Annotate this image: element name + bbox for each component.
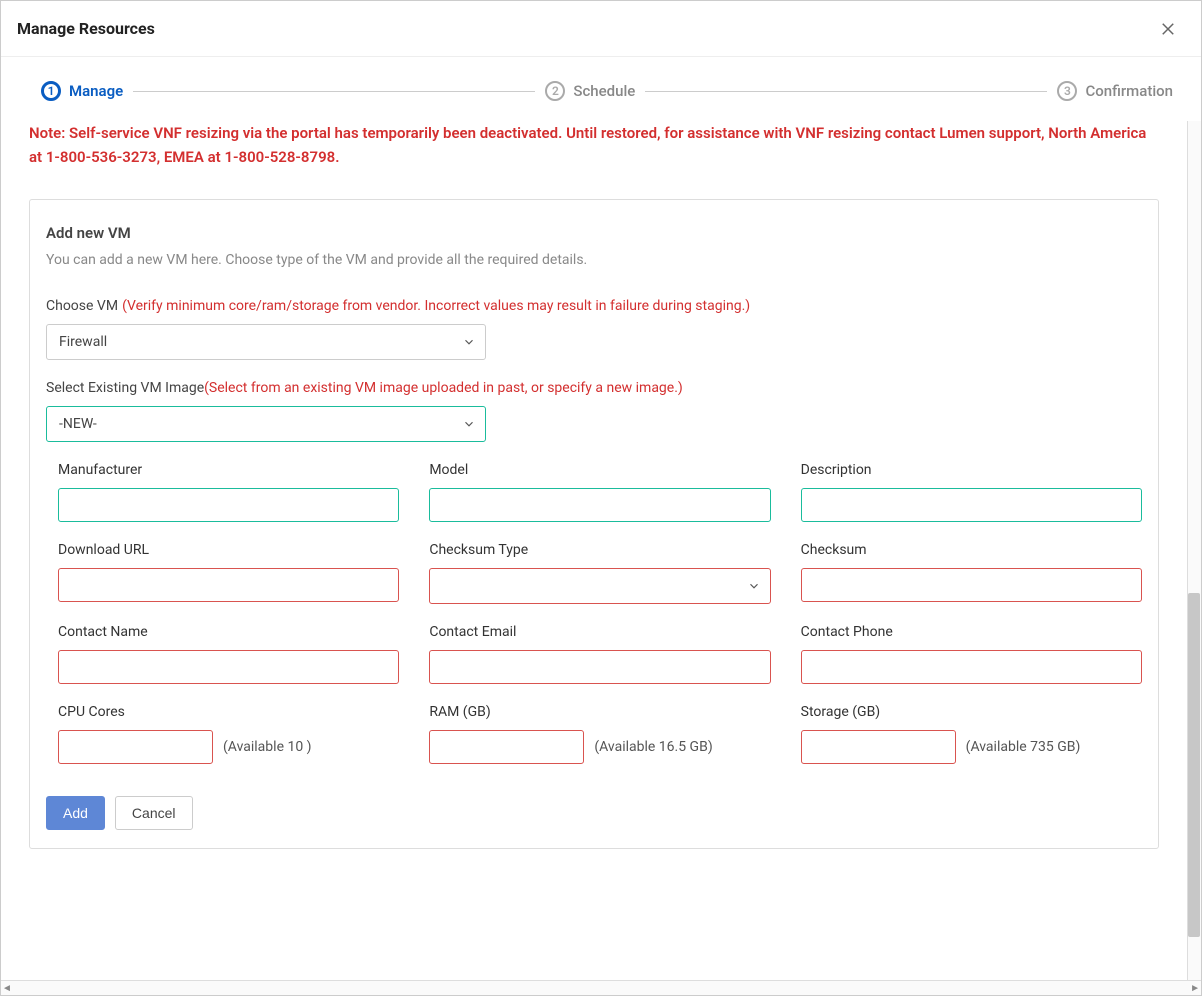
add-button[interactable]: Add [46, 796, 105, 830]
step-schedule[interactable]: 2 Schedule [545, 81, 635, 101]
select-image-value: -NEW- [46, 406, 486, 442]
cancel-button[interactable]: Cancel [115, 796, 193, 830]
select-image-label: Select Existing VM Image [46, 380, 204, 396]
cpu-cores-input[interactable] [58, 730, 213, 764]
description-input[interactable] [801, 488, 1142, 522]
scroll-right-icon[interactable]: ► [1190, 983, 1200, 994]
scroll-area[interactable]: Note: Self-service VNF resizing via the … [1, 121, 1201, 980]
step-number: 2 [545, 81, 565, 101]
horizontal-scrollbar[interactable]: ◄ ► [1, 980, 1201, 995]
add-vm-panel: Add new VM You can add a new VM here. Ch… [29, 199, 1159, 849]
checksum-type-value [429, 568, 770, 604]
contact-name-input[interactable] [58, 650, 399, 684]
step-confirmation[interactable]: 3 Confirmation [1057, 81, 1173, 101]
step-separator [133, 91, 535, 92]
step-separator [645, 91, 1047, 92]
panel-title: Add new VM [46, 224, 1142, 242]
step-label: Confirmation [1085, 82, 1173, 100]
manage-resources-modal: Manage Resources 1 Manage 2 Schedule 3 C… [0, 0, 1202, 996]
scroll-left-icon[interactable]: ◄ [2, 983, 12, 994]
storage-label: Storage (GB) [801, 704, 1142, 720]
choose-vm-select[interactable]: Firewall [46, 324, 486, 360]
step-label: Manage [69, 82, 123, 100]
select-image-select[interactable]: -NEW- [46, 406, 486, 442]
step-label: Schedule [573, 82, 635, 100]
contact-phone-input[interactable] [801, 650, 1142, 684]
wizard-stepper: 1 Manage 2 Schedule 3 Confirmation [1, 57, 1201, 121]
step-number: 3 [1057, 81, 1077, 101]
download-url-input[interactable] [58, 568, 399, 602]
description-label: Description [801, 462, 1142, 478]
select-image-row: Select Existing VM Image (Select from an… [46, 380, 1142, 442]
contact-email-input[interactable] [429, 650, 770, 684]
step-manage[interactable]: 1 Manage [41, 81, 123, 101]
choose-vm-hint: (Verify minimum core/ram/storage from ve… [122, 298, 750, 314]
model-label: Model [429, 462, 770, 478]
checksum-label: Checksum [801, 542, 1142, 558]
choose-vm-value: Firewall [46, 324, 486, 360]
select-image-hint: (Select from an existing VM image upload… [204, 380, 683, 396]
checksum-input[interactable] [801, 568, 1142, 602]
model-input[interactable] [429, 488, 770, 522]
cpu-cores-available: (Available 10 ) [223, 739, 312, 755]
download-url-label: Download URL [58, 542, 399, 558]
checksum-type-label: Checksum Type [429, 542, 770, 558]
scrollbar-thumb[interactable] [1188, 593, 1200, 937]
choose-vm-label: Choose VM [46, 298, 118, 314]
ram-label: RAM (GB) [429, 704, 770, 720]
contact-name-label: Contact Name [58, 624, 399, 640]
modal-header: Manage Resources [1, 1, 1201, 57]
ram-available: (Available 16.5 GB) [594, 739, 712, 755]
modal-title: Manage Resources [17, 19, 155, 38]
scrollbar-track[interactable] [1187, 121, 1201, 980]
manufacturer-label: Manufacturer [58, 462, 399, 478]
close-icon[interactable] [1159, 20, 1177, 38]
checksum-type-select[interactable] [429, 568, 770, 604]
ram-input[interactable] [429, 730, 584, 764]
storage-available: (Available 735 GB) [966, 739, 1081, 755]
panel-description: You can add a new VM here. Choose type o… [46, 252, 1142, 268]
cpu-cores-label: CPU Cores [58, 704, 399, 720]
contact-phone-label: Contact Phone [801, 624, 1142, 640]
contact-email-label: Contact Email [429, 624, 770, 640]
step-number: 1 [41, 81, 61, 101]
warning-note: Note: Self-service VNF resizing via the … [29, 121, 1159, 169]
choose-vm-row: Choose VM (Verify minimum core/ram/stora… [46, 298, 1142, 360]
manufacturer-input[interactable] [58, 488, 399, 522]
storage-input[interactable] [801, 730, 956, 764]
